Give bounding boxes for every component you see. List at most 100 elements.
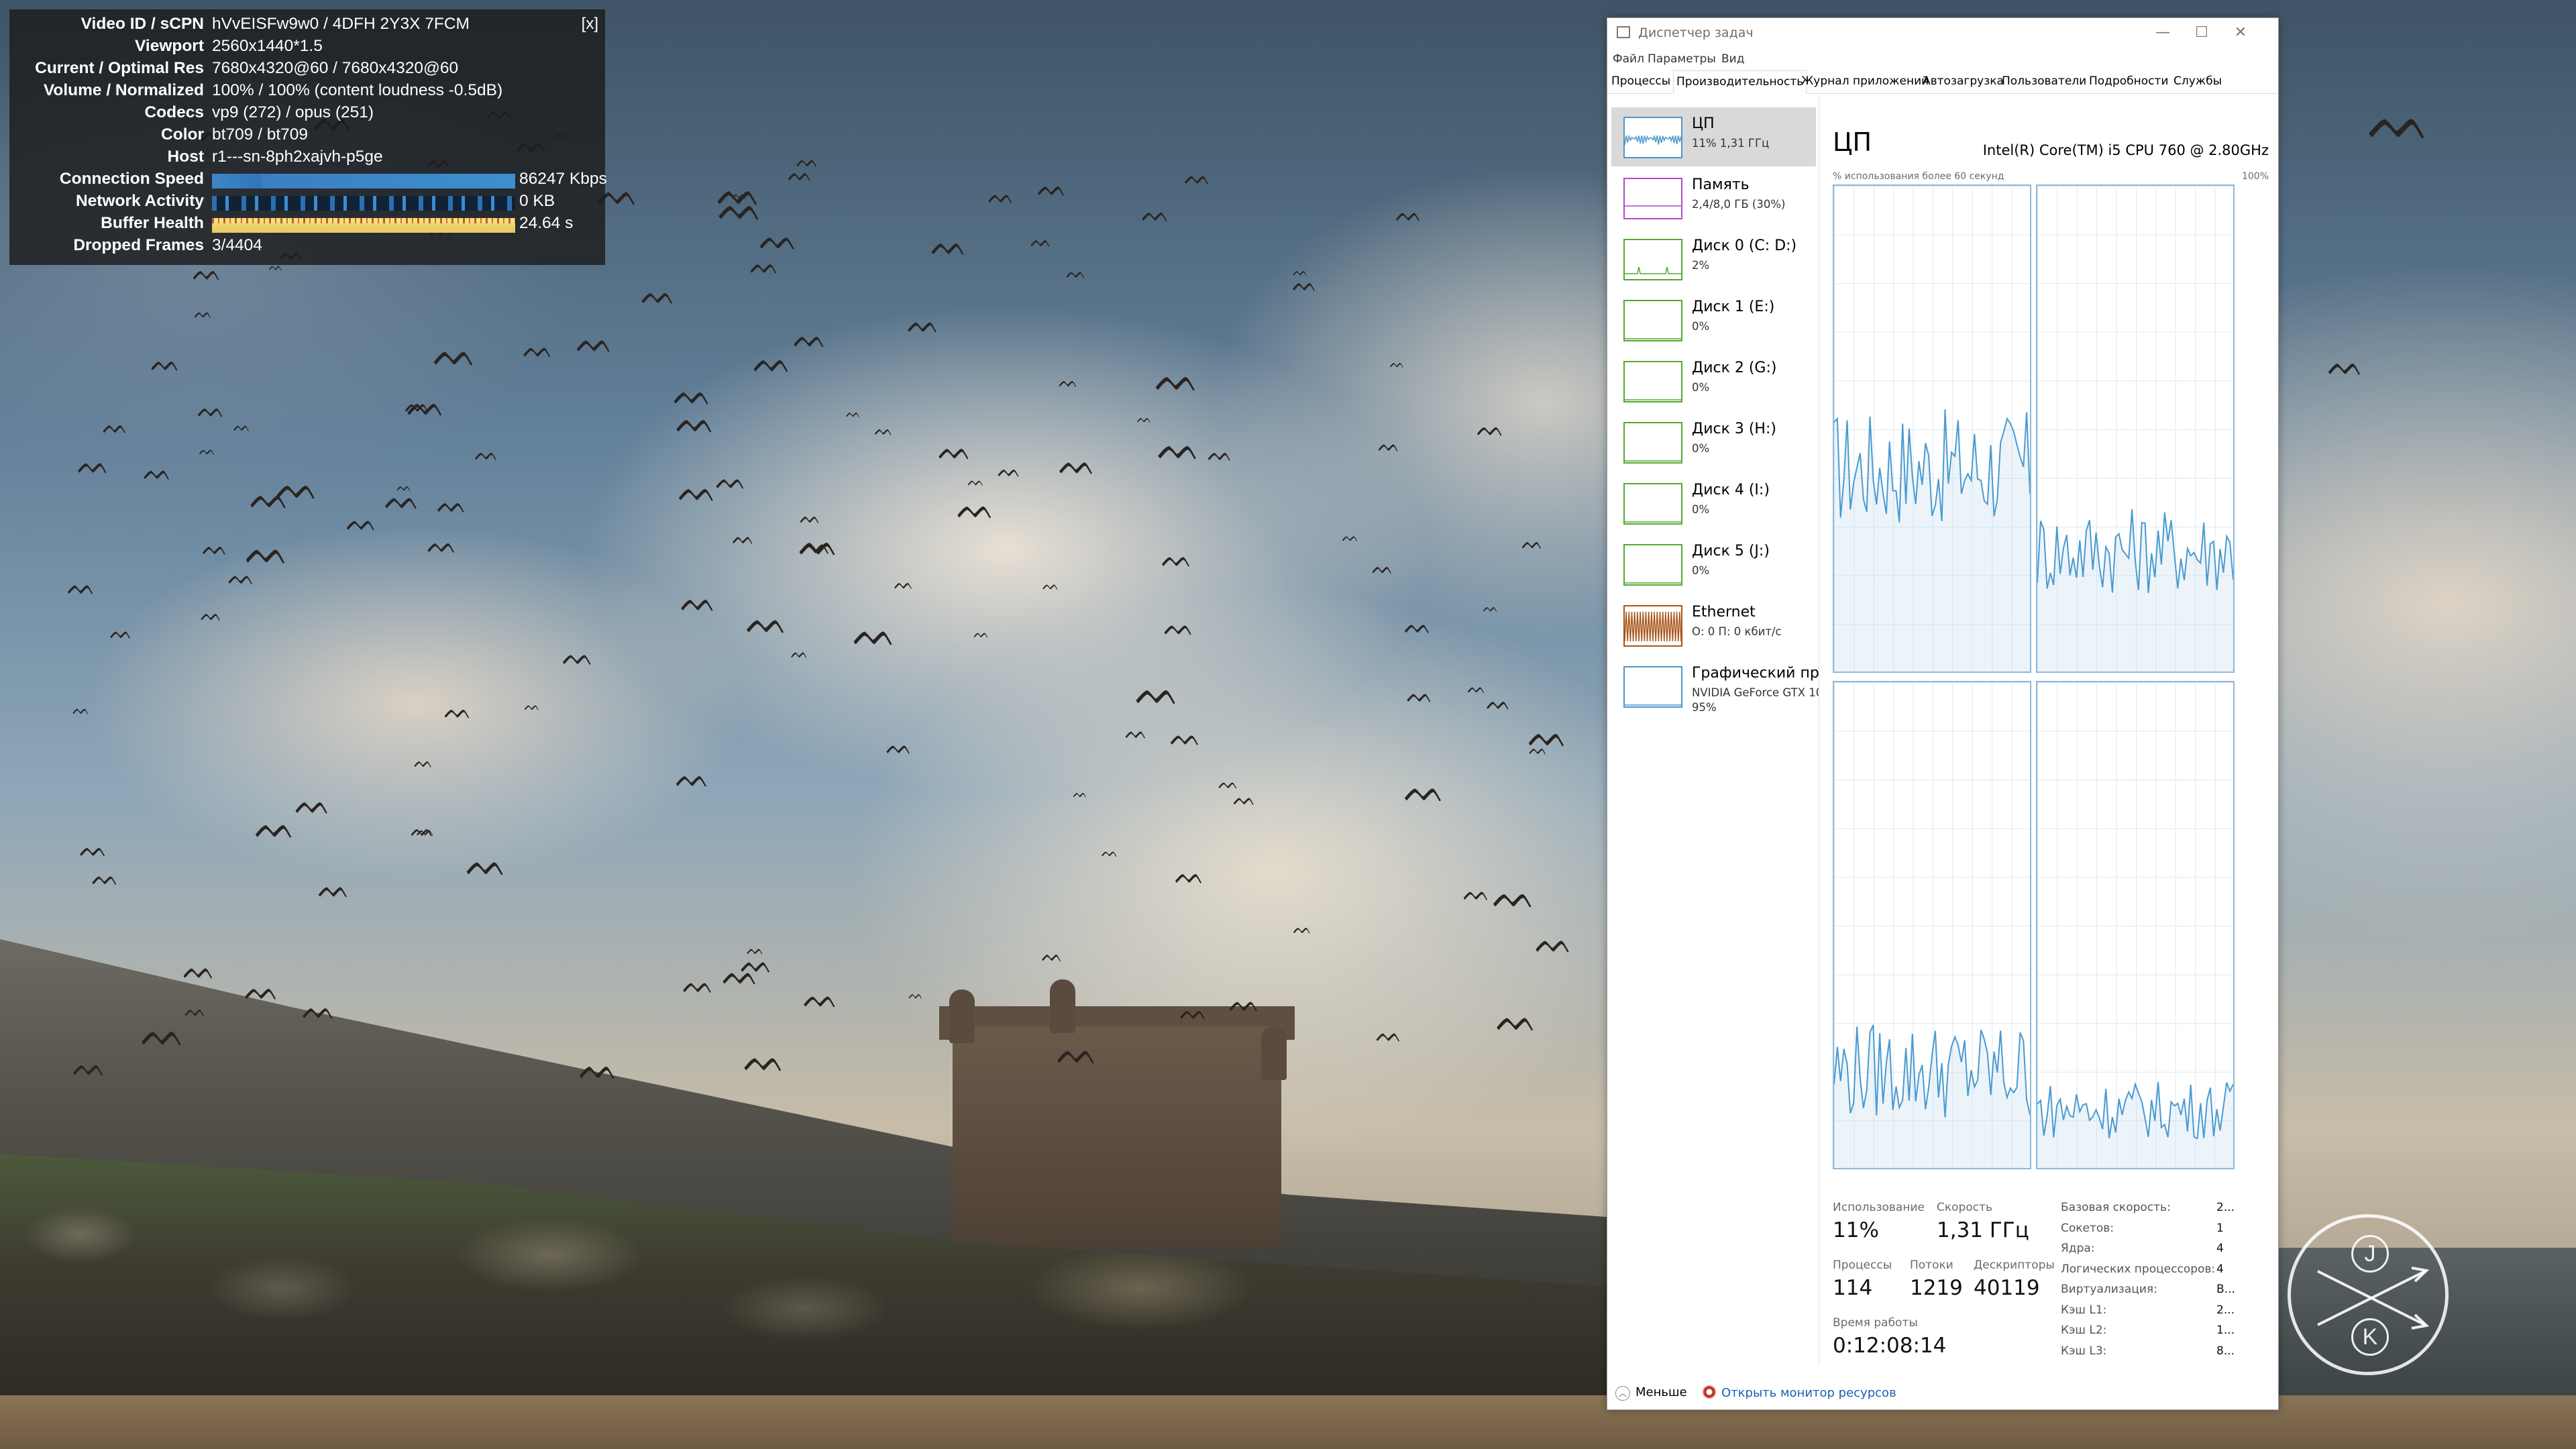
seagull: ᨓ [433,331,478,375]
sidebar-item[interactable]: Память 2,4/8,0 ГБ (30%) [1611,168,1816,227]
stats-label: Network Activity [75,192,204,210]
menu-view[interactable]: Вид [1721,52,1744,66]
sidebar-item-thumbnail [1623,483,1682,525]
fewer-details-label: Меньше [1635,1385,1687,1399]
seagull: ᨓ [411,818,435,842]
maximize-button[interactable]: ☐ [2183,22,2220,44]
graph-max-label: 100% [2241,171,2269,182]
stats-value: 2560x1440*1.5 [212,37,323,55]
resource-sidebar: ЦП 11% 1,31 ГГц Память 2,4/8,0 ГБ (30%) Диск… [1607,94,1819,1365]
seagull: ᨓ [938,433,973,468]
core-graphs [1833,184,2269,1176]
tab-services[interactable]: Службы [2171,70,2224,93]
stats-label: Color [161,125,204,144]
sparkline-line [1625,134,1681,146]
seagull: ᨓ [72,702,91,719]
core-graph-1 [2036,184,2235,673]
menu-options[interactable]: Параметры [1648,52,1716,66]
minimize-button[interactable]: — [2144,22,2182,44]
stats-for-nerds-panel: [x] Video ID / sCPN hVvEISFw9w0 / 4DFH 2… [9,9,607,265]
sidebar-item[interactable]: Диск 4 (I:) 0% [1611,474,1816,533]
seagull: ᨓ [1030,231,1053,252]
sidebar-item[interactable]: Диск 5 (J:) 0% [1611,535,1816,594]
seagull: ᨓ [79,834,109,863]
seagull: ᨓ [1125,720,1148,743]
core-graph-0 [1833,184,2031,673]
close-button[interactable]: ✕ [2222,22,2259,44]
tab-performance[interactable]: Производительность [1673,70,1807,94]
sidebar-item-name: Диск 0 (C: D:) [1692,237,1797,254]
tab-startup[interactable]: Автозагрузка [1920,70,2006,93]
tab-processes[interactable]: Процессы [1609,70,1673,93]
sidebar-item-detail: 0% [1692,381,1710,394]
tab-app-history[interactable]: Журнал приложений [1799,70,1931,93]
sidebar-sparkline [1625,266,1681,274]
tower-turret [1050,979,1075,1033]
seagull: ᨓ [294,785,332,822]
seagull: ᨓ [803,979,840,1016]
tab-details[interactable]: Подробности [2086,70,2171,93]
core-usage-plot [1834,409,2030,672]
seagull: ᨓ [1293,918,1312,938]
stats-value: 100% / 100% (content loudness -0.5dB) [212,81,503,99]
seagull: ᨓ [1066,263,1087,284]
seagull: ᨓ [1101,844,1119,861]
sidebar-item[interactable]: Графический про NVIDIA GeForce GTX 10 95% [1611,657,1819,716]
sidebar-sparkline [1625,611,1681,642]
seagull: ᨓ [1059,372,1079,392]
threads-label: Потоки [1910,1258,1953,1272]
tab-bar: Процессы Производительность Журнал прило… [1607,70,2278,94]
core-graph-2 [1833,681,2031,1169]
sidebar-item[interactable]: Диск 3 (H:) 0% [1611,413,1816,472]
open-resource-monitor-link[interactable]: Открыть монитор ресурсов [1703,1385,1896,1400]
processes-value: 114 [1833,1276,1873,1300]
sidebar-item-thumbnail [1623,178,1682,219]
seagull: ᨓ [254,806,297,847]
spec-label: Виртуализация: [2061,1283,2157,1296]
seagull: ᨓ [244,972,280,1007]
usage-area [1834,1024,2030,1168]
seagull: ᨓ [1179,998,1209,1026]
seagull: ᨓ [318,872,351,905]
menu-file[interactable]: Файл [1613,52,1644,66]
title-bar[interactable]: Диспетчер задач — ☐ ✕ [1607,18,2278,48]
sidebar-item[interactable]: Ethernet О: 0 П: 0 кбит/с [1611,596,1816,655]
tower-turret [949,989,975,1043]
speed-value: 1,31 ГГц [1937,1218,2029,1242]
window-title: Диспетчер задач [1638,25,1754,40]
sidebar-sparkline [1625,582,1681,584]
resource-monitor-icon [1703,1385,1716,1399]
sidebar-item-name: Диск 3 (H:) [1692,421,1776,437]
seagull: ᨓ [524,698,541,714]
stats-label: Video ID / sCPN [80,15,204,33]
seagull: ᨓ [1059,445,1097,483]
seagull: ᨓ [788,160,814,186]
core-graph-3 [2036,681,2235,1169]
sidebar-item-name: Память [1692,176,1750,193]
sidebar-item-thumbnail [1623,605,1682,647]
sidebar-item[interactable]: Диск 0 (C: D:) 2% [1611,229,1816,288]
sidebar-item[interactable]: Диск 1 (E:) 0% [1611,290,1816,350]
stats-label: Codecs [144,103,204,121]
seagull: ᨓ [957,488,996,527]
seagull: ᨓ [199,442,216,460]
sidebar-item[interactable]: ЦП 11% 1,31 ГГц [1611,107,1816,166]
sidebar-item[interactable]: Диск 2 (G:) 0% [1611,352,1816,411]
channel-watermark-logo: J K [2288,1214,2449,1375]
graph-caption: % использования более 60 секунд [1833,171,2004,182]
handles-value: 40119 [1974,1276,2040,1300]
seagull: ᨓ [998,459,1022,483]
seagull: ᨓ [227,564,256,591]
sidebar-item-name: Диск 1 (E:) [1692,299,1775,315]
sidebar-item-detail: NVIDIA GeForce GTX 10 [1692,686,1819,699]
seagull: ᨓ [1057,1032,1099,1073]
seagull: ᨓ [184,1000,207,1022]
seagull: ᨓ [202,533,229,560]
menu-bar: Файл Параметры Вид [1607,49,2278,69]
fewer-details-button[interactable]: ︿ Меньше [1615,1385,1687,1401]
seagull: ᨓ [1496,998,1538,1040]
seagull: ᨓ [1041,945,1064,966]
seagull: ᨓ [579,1048,620,1088]
tower-turret [1261,1026,1287,1080]
tab-users[interactable]: Пользователи [1999,70,2089,93]
